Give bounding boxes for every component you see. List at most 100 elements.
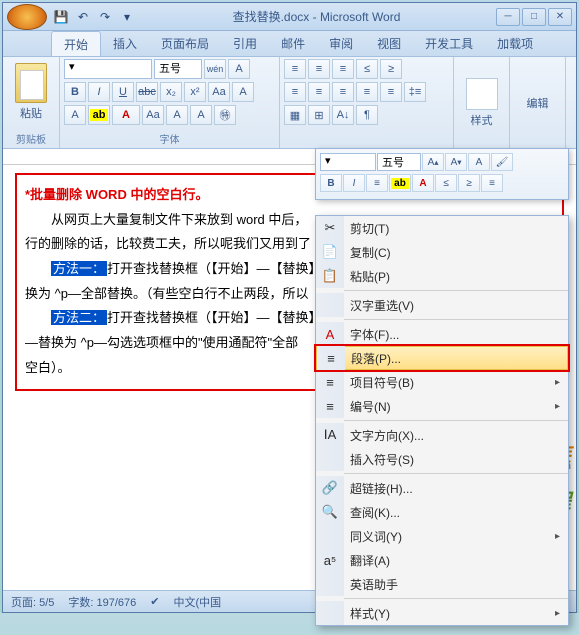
superscript-button[interactable]: x²: [184, 82, 206, 102]
mini-format-painter-icon[interactable]: 🖌: [491, 153, 513, 171]
grow-font-icon[interactable]: A: [228, 59, 250, 79]
menu-styles[interactable]: 样式(Y)▸: [316, 601, 568, 625]
menu-separator: [344, 598, 568, 599]
menu-lookup[interactable]: 🔍查阅(K)...: [316, 500, 568, 524]
redo-icon[interactable]: ↷: [95, 7, 115, 27]
tab-view[interactable]: 视图: [365, 31, 413, 56]
enclose-char-button[interactable]: ㊕: [214, 105, 236, 125]
font-color-button[interactable]: A: [112, 105, 140, 125]
char-scale-button[interactable]: A: [190, 105, 212, 125]
paste-icon[interactable]: [15, 63, 47, 103]
qat-dropdown-icon[interactable]: ▾: [117, 7, 137, 27]
font-group: ▾ 五号 wén A B I U abc x₂ x² Aa A A ab A A…: [60, 57, 280, 148]
paste-label[interactable]: 粘贴: [20, 105, 42, 121]
font-name-select[interactable]: ▾: [64, 59, 152, 79]
align-center-button[interactable]: ≡: [308, 82, 330, 102]
mini-grow-font[interactable]: A▴: [422, 153, 444, 171]
window-title: 查找替换.docx - Microsoft Word: [137, 8, 496, 25]
multilevel-button[interactable]: ≡: [332, 59, 354, 79]
strikethrough-button[interactable]: abc: [136, 82, 158, 102]
change-case-button[interactable]: Aa: [208, 82, 230, 102]
menu-font[interactable]: A字体(F)...: [316, 322, 568, 346]
spell-check-icon[interactable]: ✔: [150, 595, 159, 608]
sort-button[interactable]: A↓: [332, 105, 354, 125]
tab-references[interactable]: 引用: [221, 31, 269, 56]
highlight-button[interactable]: ab: [88, 105, 110, 125]
tab-developer[interactable]: 开发工具: [413, 31, 485, 56]
context-menu: ✂剪切(T) 📄复制(C) 📋粘贴(P) 汉字重选(V) A字体(F)... ≡…: [315, 215, 569, 626]
mini-shrink-font[interactable]: A▾: [445, 153, 467, 171]
styles-label[interactable]: 样式: [471, 112, 493, 128]
underline-button[interactable]: U: [112, 82, 134, 102]
mini-highlight[interactable]: ab: [389, 174, 411, 192]
tab-layout[interactable]: 页面布局: [149, 31, 221, 56]
menu-hanzi-reselect[interactable]: 汉字重选(V): [316, 293, 568, 317]
mini-font-color[interactable]: A: [412, 174, 434, 192]
tab-addins[interactable]: 加载项: [485, 31, 545, 56]
save-icon[interactable]: 💾: [51, 7, 71, 27]
menu-numbering[interactable]: ≡编号(N)▸: [316, 394, 568, 418]
clipboard-group: 粘贴 剪贴板: [3, 57, 60, 148]
menu-separator: [344, 420, 568, 421]
menu-paste[interactable]: 📋粘贴(P): [316, 264, 568, 288]
tab-mailings[interactable]: 邮件: [269, 31, 317, 56]
page-indicator[interactable]: 页面: 5/5: [11, 594, 54, 610]
editing-label[interactable]: 编辑: [527, 95, 549, 111]
menu-copy[interactable]: 📄复制(C): [316, 240, 568, 264]
justify-button[interactable]: ≡: [356, 82, 378, 102]
titlebar: 💾 ↶ ↷ ▾ 查找替换.docx - Microsoft Word ─ □ ✕: [3, 3, 576, 31]
tab-review[interactable]: 审阅: [317, 31, 365, 56]
increase-indent-button[interactable]: ≥: [380, 59, 402, 79]
menu-hyperlink[interactable]: 🔗超链接(H)...: [316, 476, 568, 500]
tab-insert[interactable]: 插入: [101, 31, 149, 56]
mini-bold[interactable]: B: [320, 174, 342, 192]
char-border-button[interactable]: A: [166, 105, 188, 125]
bullets-button[interactable]: ≡: [284, 59, 306, 79]
menu-synonyms[interactable]: 同义词(Y)▸: [316, 524, 568, 548]
close-button[interactable]: ✕: [548, 8, 572, 26]
clear-format-button[interactable]: A: [232, 82, 254, 102]
menu-text-direction[interactable]: ⅠA文字方向(X)...: [316, 423, 568, 447]
submenu-arrow-icon: ▸: [555, 531, 560, 542]
mini-increase-indent[interactable]: ≥: [458, 174, 480, 192]
shading-button[interactable]: ▦: [284, 105, 306, 125]
menu-insert-symbol[interactable]: 插入符号(S): [316, 447, 568, 471]
menu-bullets[interactable]: ≡项目符号(B)▸: [316, 370, 568, 394]
italic-button[interactable]: I: [88, 82, 110, 102]
subscript-button[interactable]: x₂: [160, 82, 182, 102]
borders-button[interactable]: ⊞: [308, 105, 330, 125]
bold-button[interactable]: B: [64, 82, 86, 102]
line-spacing-button[interactable]: ‡≡: [404, 82, 426, 102]
mini-font-name[interactable]: ▾: [320, 153, 376, 171]
quick-access-toolbar: 💾 ↶ ↷ ▾: [51, 7, 137, 27]
mini-italic[interactable]: I: [343, 174, 365, 192]
numbering-button[interactable]: ≡: [308, 59, 330, 79]
menu-paragraph[interactable]: ≡段落(P)...: [316, 346, 568, 370]
mini-bullets[interactable]: ≡: [481, 174, 503, 192]
text-effect-button[interactable]: A: [64, 105, 86, 125]
mini-center[interactable]: ≡: [366, 174, 388, 192]
styles-icon[interactable]: [466, 78, 498, 110]
decrease-indent-button[interactable]: ≤: [356, 59, 378, 79]
maximize-button[interactable]: □: [522, 8, 546, 26]
mini-change-case[interactable]: A: [468, 153, 490, 171]
minimize-button[interactable]: ─: [496, 8, 520, 26]
phonetic-guide-icon[interactable]: wén: [204, 59, 226, 79]
paragraph-group: ≡ ≡ ≡ ≤ ≥ ≡ ≡ ≡ ≡ ≡ ‡≡ ▦ ⊞ A↓ ¶: [280, 57, 454, 148]
align-left-button[interactable]: ≡: [284, 82, 306, 102]
undo-icon[interactable]: ↶: [73, 7, 93, 27]
menu-english-assistant[interactable]: 英语助手: [316, 572, 568, 596]
char-shading-button[interactable]: Aa: [142, 105, 164, 125]
mini-font-size[interactable]: 五号: [377, 153, 421, 171]
menu-translate[interactable]: a⁵翻译(A): [316, 548, 568, 572]
office-button[interactable]: [7, 4, 47, 30]
distribute-button[interactable]: ≡: [380, 82, 402, 102]
tab-home[interactable]: 开始: [51, 31, 101, 56]
language-indicator[interactable]: 中文(中国: [174, 594, 222, 610]
word-count[interactable]: 字数: 197/676: [68, 594, 136, 610]
mini-decrease-indent[interactable]: ≤: [435, 174, 457, 192]
show-marks-button[interactable]: ¶: [356, 105, 378, 125]
align-right-button[interactable]: ≡: [332, 82, 354, 102]
font-size-select[interactable]: 五号: [154, 59, 202, 79]
menu-cut[interactable]: ✂剪切(T): [316, 216, 568, 240]
